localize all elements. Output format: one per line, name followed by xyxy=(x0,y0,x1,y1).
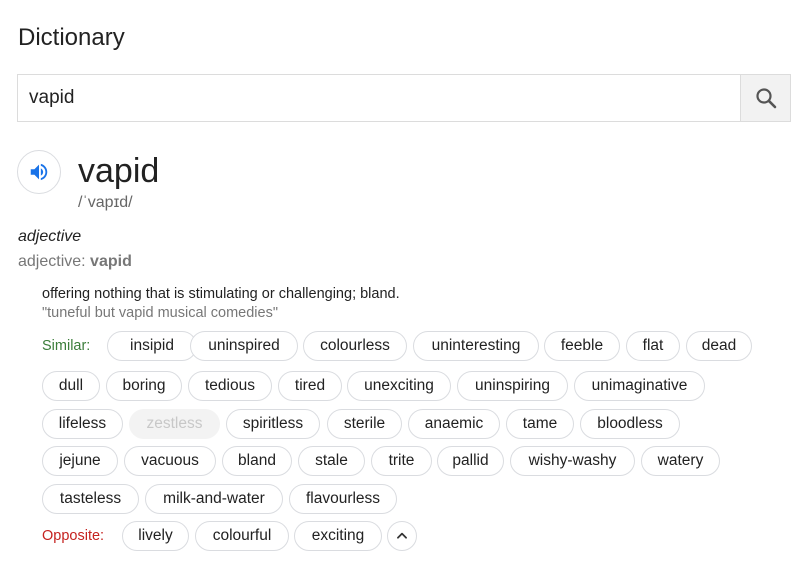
word-form-prefix: adjective: xyxy=(18,253,91,270)
similar-chip-flavourless[interactable]: flavourless xyxy=(289,484,397,514)
search-input[interactable] xyxy=(18,75,742,121)
collapse-button[interactable] xyxy=(387,521,417,551)
similar-chip-tired[interactable]: tired xyxy=(278,371,342,401)
page-title: Dictionary xyxy=(18,24,125,51)
similar-chip-colourless[interactable]: colourless xyxy=(303,331,407,361)
similar-chip-stale[interactable]: stale xyxy=(298,446,365,476)
similar-chip-bloodless[interactable]: bloodless xyxy=(580,409,680,439)
similar-chip-tame[interactable]: tame xyxy=(506,409,574,439)
search-box xyxy=(17,74,791,122)
word-form-word: vapid xyxy=(90,253,132,270)
similar-chip-bland[interactable]: bland xyxy=(222,446,292,476)
similar-chip-trite[interactable]: trite xyxy=(371,446,432,476)
opposite-label: Opposite: xyxy=(42,528,105,544)
similar-chip-boring[interactable]: boring xyxy=(106,371,182,401)
opposite-chip-colourful[interactable]: colourful xyxy=(195,521,289,551)
similar-chip-dull[interactable]: dull xyxy=(42,371,100,401)
word-form: adjective: vapid xyxy=(18,253,132,271)
similar-chip-insipid[interactable]: insipid xyxy=(107,331,197,361)
similar-chip-uninspiring[interactable]: uninspiring xyxy=(457,371,568,401)
chevron-up-icon xyxy=(397,532,407,539)
phonetic: /ˈvapɪd/ xyxy=(78,194,133,211)
similar-label: Similar: xyxy=(42,338,91,354)
similar-chip-tasteless[interactable]: tasteless xyxy=(42,484,139,514)
pronunciation-button[interactable] xyxy=(17,150,61,194)
similar-chip-wishy-washy[interactable]: wishy-washy xyxy=(510,446,635,476)
similar-chip-flat[interactable]: flat xyxy=(626,331,680,361)
opposite-chip-exciting[interactable]: exciting xyxy=(294,521,382,551)
similar-chip-unimaginative[interactable]: unimaginative xyxy=(574,371,705,401)
volume-icon xyxy=(30,163,48,181)
similar-chip-spiritless[interactable]: spiritless xyxy=(226,409,320,439)
similar-chip-watery[interactable]: watery xyxy=(641,446,720,476)
search-icon xyxy=(755,88,776,109)
similar-chip-uninspired[interactable]: uninspired xyxy=(190,331,298,361)
headword: vapid xyxy=(78,152,160,190)
search-button[interactable] xyxy=(740,75,790,121)
definition: offering nothing that is stimulating or … xyxy=(42,286,400,302)
example-sentence: "tuneful but vapid musical comedies" xyxy=(42,305,278,321)
similar-chip-sterile[interactable]: sterile xyxy=(327,409,402,439)
similar-chip-feeble[interactable]: feeble xyxy=(544,331,620,361)
similar-chip-pallid[interactable]: pallid xyxy=(437,446,504,476)
similar-chip-anaemic[interactable]: anaemic xyxy=(408,409,500,439)
part-of-speech: adjective xyxy=(18,228,82,245)
similar-chip-vacuous[interactable]: vacuous xyxy=(124,446,216,476)
similar-chip-milk-and-water[interactable]: milk-and-water xyxy=(145,484,283,514)
similar-chip-lifeless[interactable]: lifeless xyxy=(42,409,123,439)
similar-chip-uninteresting[interactable]: uninteresting xyxy=(413,331,539,361)
similar-chip-unexciting[interactable]: unexciting xyxy=(347,371,451,401)
similar-chip-jejune[interactable]: jejune xyxy=(42,446,118,476)
similar-chip-dead[interactable]: dead xyxy=(686,331,752,361)
opposite-chip-lively[interactable]: lively xyxy=(122,521,189,551)
similar-chip-tedious[interactable]: tedious xyxy=(188,371,272,401)
similar-chip-zestless[interactable]: zestless xyxy=(129,409,220,439)
